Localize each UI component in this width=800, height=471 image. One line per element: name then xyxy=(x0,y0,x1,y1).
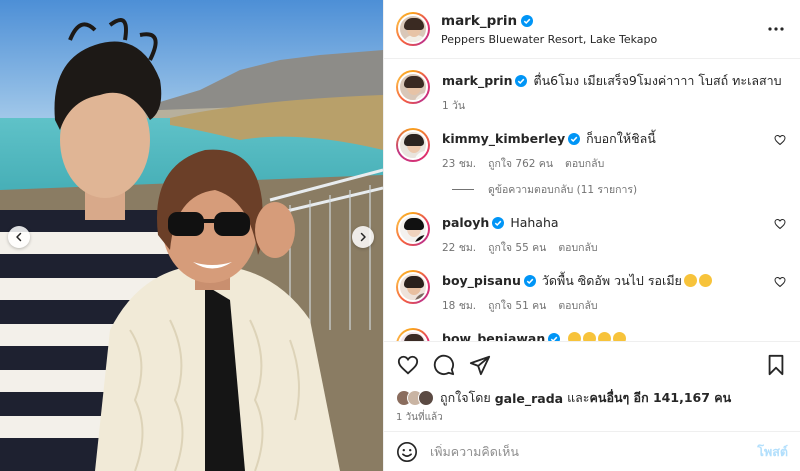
reply-button[interactable]: ตอบกลับ xyxy=(558,297,597,314)
verified-badge-icon xyxy=(492,216,505,229)
comment-item: bow_benjawan xyxy=(396,328,788,341)
commenter-avatar[interactable] xyxy=(396,270,430,304)
author-username[interactable]: mark_prin xyxy=(441,13,517,29)
heart-icon[interactable] xyxy=(774,218,786,230)
comment-likes-count[interactable]: ถูกใจ 762 คน xyxy=(488,155,553,172)
post-location[interactable]: Peppers Bluewater Resort, Lake Tekapo xyxy=(441,33,764,46)
comment-item: kimmy_kimberley ก็บอกให้ชิลนี้ 23 ชม. ถู… xyxy=(396,128,788,172)
chevron-right-icon xyxy=(360,232,366,242)
post-image xyxy=(0,0,383,471)
comment-likes-count[interactable]: ถูกใจ 55 คน xyxy=(488,239,546,256)
more-options-icon xyxy=(768,27,784,31)
like-button[interactable] xyxy=(396,353,420,377)
post-caption: mark_prin ตื่น6โมง เมียเสร็จ9โมงค่าาาา โ… xyxy=(396,70,788,114)
comment-text: ก็บอกให้ชิลนี้ xyxy=(586,131,656,146)
comment-button[interactable] xyxy=(432,353,456,377)
save-button[interactable] xyxy=(764,353,788,377)
chevron-left-icon xyxy=(16,232,22,242)
instagram-post-view: mark_prin Peppers Bluewater Resort, Lake… xyxy=(0,0,800,471)
comment-item: paloyh Hahaha 22 ชม. ถูกใจ 55 คน ตอบกลับ xyxy=(396,212,788,256)
comment-text: วัดพื้น ซิดอัพ วนไป รอเมีย xyxy=(541,273,682,288)
smiling-emoji-icon xyxy=(613,332,627,341)
post-action-bar xyxy=(384,341,800,387)
next-photo-button[interactable] xyxy=(352,226,374,248)
post-photo xyxy=(0,0,383,471)
commenter-avatar[interactable] xyxy=(396,128,430,162)
author-avatar[interactable] xyxy=(396,12,430,46)
verified-badge-icon xyxy=(548,332,561,341)
verified-badge-icon xyxy=(523,274,536,287)
replies-divider xyxy=(452,189,474,190)
view-replies-button[interactable]: ดูข้อความตอบกลับ (11 รายการ) xyxy=(452,181,788,198)
caption-avatar[interactable] xyxy=(396,70,430,104)
caption-time[interactable]: 1 วัน xyxy=(442,97,465,114)
comment-username[interactable]: kimmy_kimberley xyxy=(442,130,565,147)
comment-item: boy_pisanu วัดพื้น ซิดอัพ วนไป รอเมีย 18… xyxy=(396,270,788,314)
verified-badge-icon xyxy=(521,14,534,27)
comment-username[interactable]: bow_benjawan xyxy=(442,330,545,341)
comment-username[interactable]: paloyh xyxy=(442,214,489,231)
view-replies-label: ดูข้อความตอบกลับ (11 รายการ) xyxy=(488,184,638,196)
more-options-button[interactable] xyxy=(764,27,788,31)
previous-photo-button[interactable] xyxy=(8,226,30,248)
reply-button[interactable]: ตอบกลับ xyxy=(558,239,597,256)
emoji-icon xyxy=(397,441,417,462)
reply-button[interactable]: ตอบกลับ xyxy=(565,155,604,172)
likes-summary[interactable]: ถูกใจโดย gale_rada และ คนอื่นๆ อีก 141,16… xyxy=(384,387,800,409)
bookmark-icon xyxy=(768,354,784,375)
posted-time[interactable]: 1 วันที่แล้ว xyxy=(384,409,800,427)
likes-others[interactable]: คนอื่นๆ อีก 141,167 คน xyxy=(590,388,732,408)
verified-badge-icon xyxy=(515,74,528,87)
caption-username[interactable]: mark_prin xyxy=(442,72,512,89)
comment-likes-count[interactable]: ถูกใจ 51 คน xyxy=(488,297,546,314)
smiling-emoji-icon xyxy=(583,332,597,341)
heart-icon xyxy=(397,355,419,374)
share-button[interactable] xyxy=(468,353,492,377)
smiling-emoji-icon xyxy=(598,332,612,341)
add-comment-bar: โพสต์ xyxy=(384,431,800,471)
laughing-emoji-icon xyxy=(683,274,697,287)
comments-list[interactable]: mark_prin ตื่น6โมง เมียเสร็จ9โมงค่าาาา โ… xyxy=(384,59,800,341)
heart-icon[interactable] xyxy=(774,134,786,146)
comment-time[interactable]: 23 ชม. xyxy=(442,155,476,172)
comment-icon xyxy=(433,354,455,375)
emoji-picker-button[interactable] xyxy=(396,441,418,463)
verified-badge-icon xyxy=(568,132,581,145)
share-icon xyxy=(469,355,491,375)
likes-middle: และ xyxy=(567,390,590,405)
heart-icon[interactable] xyxy=(774,276,786,288)
comment-input[interactable] xyxy=(430,444,758,459)
laughing-emoji-icon xyxy=(698,274,712,287)
likers-avatar-stack xyxy=(396,390,434,406)
liker-username[interactable]: gale_rada xyxy=(495,391,563,406)
post-side-panel: mark_prin Peppers Bluewater Resort, Lake… xyxy=(383,0,800,471)
post-header: mark_prin Peppers Bluewater Resort, Lake… xyxy=(384,0,800,59)
smiling-emoji-icon xyxy=(568,332,582,341)
comment-time[interactable]: 18 ชม. xyxy=(442,297,476,314)
caption-text: ตื่น6โมง เมียเสร็จ9โมงค่าาาา โบสถ์ ทะเลส… xyxy=(533,73,782,88)
commenter-avatar[interactable] xyxy=(396,212,430,246)
comment-text: Hahaha xyxy=(510,215,559,230)
comment-username[interactable]: boy_pisanu xyxy=(442,272,521,289)
post-comment-button[interactable]: โพสต์ xyxy=(757,442,788,462)
likes-prefix: ถูกใจโดย xyxy=(440,390,491,405)
commenter-avatar[interactable] xyxy=(396,328,430,341)
comment-time[interactable]: 22 ชม. xyxy=(442,239,476,256)
